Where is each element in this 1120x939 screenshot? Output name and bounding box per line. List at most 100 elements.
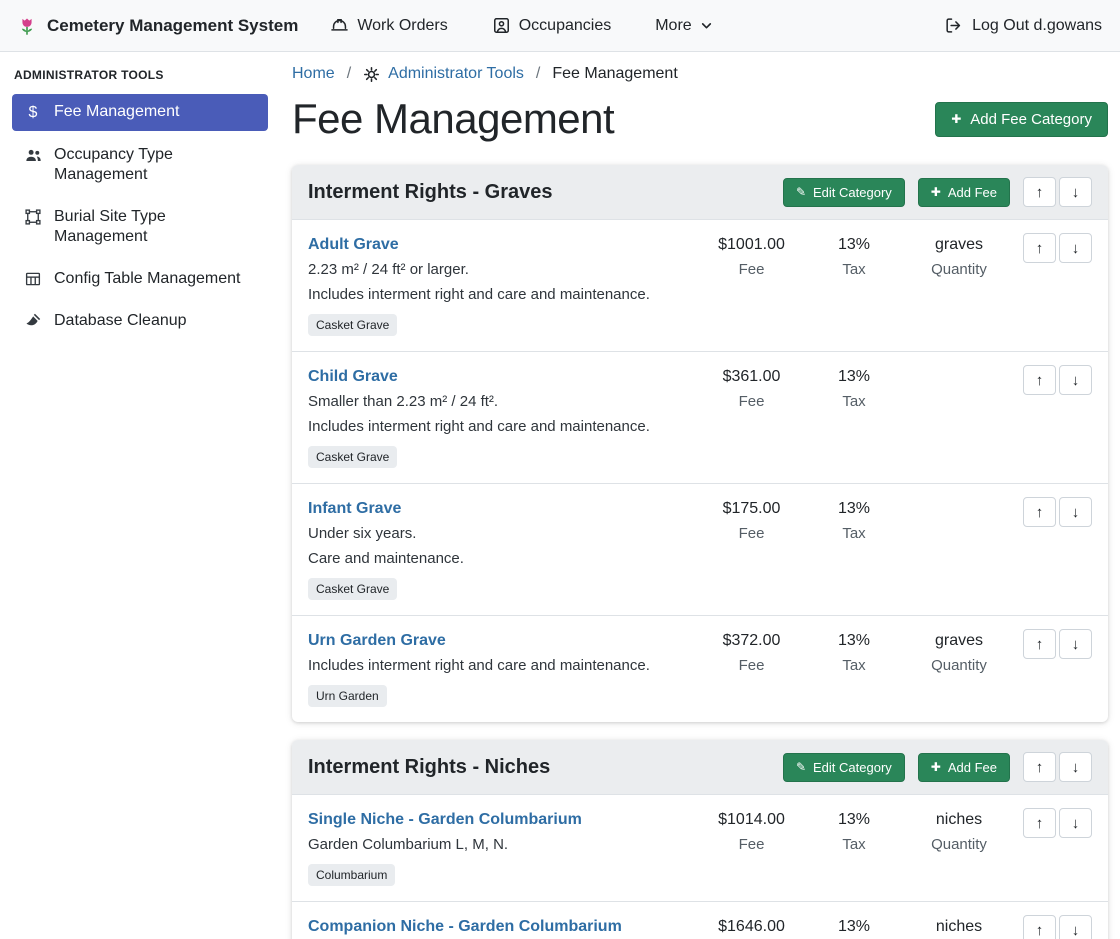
chevron-down-icon xyxy=(700,19,713,32)
plus-icon: ✚ xyxy=(931,761,941,773)
edit-category-button[interactable]: ✎ Edit Category xyxy=(783,178,905,207)
move-fee-down-button[interactable]: ↓ xyxy=(1059,365,1092,395)
category-reorder-controls: ↑ ↓ xyxy=(1023,177,1092,207)
pencil-icon: ✎ xyxy=(796,186,806,198)
fee-tax: 13% Tax xyxy=(804,233,904,282)
flower-logo-icon xyxy=(16,15,38,37)
fee-value: $1646.00 xyxy=(699,915,804,939)
fee-name-link[interactable]: Single Niche - Garden Columbarium xyxy=(308,808,582,832)
arrow-down-icon: ↓ xyxy=(1072,636,1080,653)
sidebar-item-config-table-management[interactable]: Config Table Management xyxy=(12,261,268,297)
main-nav: Work Orders Occupancies More xyxy=(330,16,712,35)
arrow-up-icon: ↑ xyxy=(1036,504,1044,521)
fee-row: Adult Grave 2.23 m² / 24 ft² or larger. … xyxy=(292,220,1108,351)
tax-label: Tax xyxy=(804,654,904,678)
arrow-up-icon: ↑ xyxy=(1036,240,1044,257)
fee-name-link[interactable]: Urn Garden Grave xyxy=(308,629,446,653)
move-fee-up-button[interactable]: ↑ xyxy=(1023,497,1056,527)
fee-name-link[interactable]: Infant Grave xyxy=(308,497,401,521)
add-fee-category-label: Add Fee Category xyxy=(970,111,1092,128)
tax-label: Tax xyxy=(804,258,904,282)
move-fee-down-button[interactable]: ↓ xyxy=(1059,497,1092,527)
fee-value: $372.00 xyxy=(699,629,804,653)
move-fee-up-button[interactable]: ↑ xyxy=(1023,629,1056,659)
arrow-down-icon: ↓ xyxy=(1072,922,1080,939)
move-fee-down-button[interactable]: ↓ xyxy=(1059,233,1092,263)
sidebar-item-fee-management[interactable]: $ Fee Management xyxy=(12,94,268,131)
fee-category-card: Interment Rights - Graves ✎ Edit Categor… xyxy=(292,165,1108,722)
sidebar-item-burial-site-type-management[interactable]: Burial Site Type Management xyxy=(12,199,268,255)
move-category-down-button[interactable]: ↓ xyxy=(1059,177,1092,207)
quantity-label: Quantity xyxy=(904,258,1014,282)
move-category-down-button[interactable]: ↓ xyxy=(1059,752,1092,782)
nav-more-label: More xyxy=(655,17,691,35)
users-icon xyxy=(22,146,44,165)
category-title: Interment Rights - Niches xyxy=(308,756,550,779)
fee-reorder-controls: ↑ ↓ xyxy=(1023,629,1092,659)
add-fee-button[interactable]: ✚ Add Fee xyxy=(918,178,1010,207)
fee-label: Fee xyxy=(699,654,804,678)
nav-more[interactable]: More xyxy=(655,17,712,35)
plus-icon: ✚ xyxy=(931,186,941,198)
move-fee-up-button[interactable]: ↑ xyxy=(1023,915,1056,939)
fee-description: Includes interment right and care and ma… xyxy=(308,283,699,307)
move-fee-down-button[interactable]: ↓ xyxy=(1059,915,1092,939)
move-category-up-button[interactable]: ↑ xyxy=(1023,177,1056,207)
tax-value: 13% xyxy=(804,233,904,257)
top-navbar: Cemetery Management System Work Orders xyxy=(0,0,1120,52)
gear-icon xyxy=(363,66,380,83)
move-fee-up-button[interactable]: ↑ xyxy=(1023,233,1056,263)
fee-description: Under six years. xyxy=(308,522,699,546)
move-category-up-button[interactable]: ↑ xyxy=(1023,752,1056,782)
breadcrumb-home-link[interactable]: Home xyxy=(292,65,335,83)
fee-row: Single Niche - Garden Columbarium Garden… xyxy=(292,795,1108,901)
arrow-down-icon: ↓ xyxy=(1072,240,1080,257)
plus-icon: ✚ xyxy=(951,113,961,125)
fee-row: Urn Garden Grave Includes interment righ… xyxy=(292,615,1108,722)
add-fee-button[interactable]: ✚ Add Fee xyxy=(918,753,1010,782)
tax-value: 13% xyxy=(804,365,904,389)
app-brand[interactable]: Cemetery Management System xyxy=(16,15,298,37)
fee-value: $361.00 xyxy=(699,365,804,389)
nav-occupancies[interactable]: Occupancies xyxy=(492,16,612,35)
fee-row: Child Grave Smaller than 2.23 m² / 24 ft… xyxy=(292,351,1108,483)
nav-work-orders[interactable]: Work Orders xyxy=(330,16,447,35)
arrow-down-icon: ↓ xyxy=(1072,759,1080,776)
arrow-up-icon: ↑ xyxy=(1036,759,1044,776)
move-fee-up-button[interactable]: ↑ xyxy=(1023,365,1056,395)
add-fee-label: Add Fee xyxy=(948,185,997,200)
arrow-up-icon: ↑ xyxy=(1036,372,1044,389)
fee-reorder-controls: ↑ ↓ xyxy=(1023,365,1092,395)
fee-description: Care and maintenance. xyxy=(308,547,699,571)
fee-amount: $1001.00 Fee xyxy=(699,233,804,282)
add-fee-category-button[interactable]: ✚ Add Fee Category xyxy=(935,102,1108,137)
fee-description: Includes interment right and care and ma… xyxy=(308,654,699,678)
fee-name-link[interactable]: Child Grave xyxy=(308,365,398,389)
logout-button[interactable]: Log Out d.gowans xyxy=(944,16,1104,35)
fee-name-link[interactable]: Adult Grave xyxy=(308,233,399,257)
move-fee-down-button[interactable]: ↓ xyxy=(1059,629,1092,659)
fee-tax: 13% Tax xyxy=(804,365,904,414)
sidebar-heading: ADMINISTRATOR TOOLS xyxy=(12,64,268,94)
sidebar-item-label: Fee Management xyxy=(54,102,179,122)
sidebar-item-label: Database Cleanup xyxy=(54,311,187,331)
fee-quantity: niches Quantity xyxy=(904,808,1014,857)
fee-name-link[interactable]: Companion Niche - Garden Columbarium xyxy=(308,915,622,939)
sidebar-item-database-cleanup[interactable]: Database Cleanup xyxy=(12,303,268,339)
breadcrumb-admin-tools-label: Administrator Tools xyxy=(388,65,524,83)
fee-amount: $372.00 Fee xyxy=(699,629,804,678)
fee-description: 2.23 m² / 24 ft² or larger. xyxy=(308,258,699,282)
edit-category-button[interactable]: ✎ Edit Category xyxy=(783,753,905,782)
fee-amount: $1014.00 Fee xyxy=(699,808,804,857)
arrow-down-icon: ↓ xyxy=(1072,184,1080,201)
move-fee-up-button[interactable]: ↑ xyxy=(1023,808,1056,838)
move-fee-down-button[interactable]: ↓ xyxy=(1059,808,1092,838)
breadcrumb-admin-tools-link[interactable]: Administrator Tools xyxy=(363,65,524,83)
sidebar-item-occupancy-type-management[interactable]: Occupancy Type Management xyxy=(12,137,268,193)
quantity-label: Quantity xyxy=(904,654,1014,678)
edit-category-label: Edit Category xyxy=(813,760,892,775)
tax-value: 13% xyxy=(804,629,904,653)
fee-value: $1001.00 xyxy=(699,233,804,257)
fee-reorder-controls: ↑ ↓ xyxy=(1023,497,1092,527)
fee-category-card: Interment Rights - Niches ✎ Edit Categor… xyxy=(292,740,1108,939)
